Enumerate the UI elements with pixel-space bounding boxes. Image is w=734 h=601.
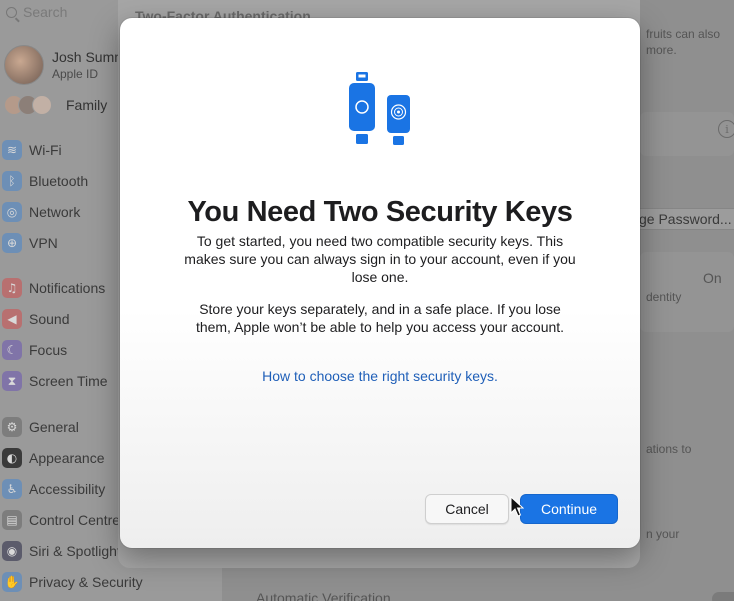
speaker-icon: ◀: [2, 309, 22, 329]
dialog-title: You Need Two Security Keys: [187, 196, 573, 228]
sidebar-item-focus[interactable]: ☾ Focus: [2, 338, 67, 362]
account-name: Josh Summ: [52, 49, 126, 65]
sidebar-item-label: Accessibility: [29, 481, 106, 497]
search-placeholder: Search: [23, 4, 68, 20]
appearance-icon: ◐: [2, 448, 22, 468]
security-keys-icon: [349, 72, 410, 145]
sidebar-item-privacy-security[interactable]: ✋ Privacy & Security: [2, 570, 143, 594]
sidebar-item-sound[interactable]: ◀ Sound: [2, 307, 69, 331]
continue-button[interactable]: Continue: [520, 494, 618, 524]
sidebar-item-label: Sound: [29, 311, 70, 327]
on-status-label: On: [703, 270, 722, 286]
sidebar-item-label: Appearance: [29, 450, 105, 466]
sidebar-item-notifications[interactable]: ♫ Notifications: [2, 276, 105, 300]
mouse-cursor-icon: [510, 496, 524, 517]
sidebar-item-label: Screen Time: [29, 373, 108, 389]
hand-icon: ✋: [2, 572, 22, 592]
background-text: more.: [646, 43, 677, 57]
sidebar-item-general[interactable]: ⚙ General: [2, 415, 79, 439]
sidebar-item-label: Family: [66, 97, 108, 113]
sidebar-item-control-centre[interactable]: ▤ Control Centre: [2, 508, 120, 532]
background-text: ations to: [646, 442, 692, 456]
control-centre-icon: ▤: [2, 510, 22, 530]
sidebar-item-label: Bluetooth: [29, 173, 89, 189]
sidebar-item-screen-time[interactable]: ⧗ Screen Time: [2, 369, 108, 393]
sidebar-item-siri-spotlight[interactable]: ◉ Siri & Spotlight: [2, 539, 121, 563]
vpn-icon: ⊕: [2, 233, 22, 253]
sidebar-item-label: General: [29, 419, 79, 435]
sidebar-item-label: Siri & Spotlight: [29, 543, 121, 559]
background-text: fruits can also: [646, 27, 721, 41]
sidebar-item-label: Notifications: [29, 280, 106, 296]
info-icon[interactable]: i: [718, 120, 734, 138]
background-text: n your: [646, 527, 680, 541]
security-keys-dialog: You Need Two Security Keys To get starte…: [120, 18, 640, 548]
moon-icon: ☾: [2, 340, 22, 360]
sidebar-item-appearance[interactable]: ◐ Appearance: [2, 446, 105, 470]
sidebar-item-label: Control Centre: [29, 512, 121, 528]
dialog-paragraph-intro: To get started, you need two compatible …: [184, 233, 576, 285]
sidebar-item-vpn[interactable]: ⊕ VPN: [2, 231, 58, 255]
background-text: dentity: [646, 290, 682, 304]
sidebar-item-label: Network: [29, 204, 81, 220]
cancel-button[interactable]: Cancel: [425, 494, 509, 524]
dialog-paragraph-storage: Store your keys separately, and in a saf…: [195, 301, 565, 335]
change-password-button[interactable]: ge Password...: [636, 208, 734, 230]
hourglass-icon: ⧗: [2, 371, 22, 391]
sidebar-item-family[interactable]: Family: [4, 94, 107, 116]
sidebar-item-label: VPN: [29, 235, 58, 251]
globe-icon: ◎: [2, 202, 22, 222]
accessibility-icon: ♿: [2, 479, 22, 499]
bell-icon: ♫: [2, 278, 22, 298]
sidebar-item-accessibility[interactable]: ♿ Accessibility: [2, 477, 105, 501]
wifi-icon: ≋: [2, 140, 22, 160]
family-avatars: [4, 95, 52, 115]
search-icon: [6, 6, 17, 18]
automatic-verification-label: Automatic Verification: [256, 590, 391, 601]
choose-security-keys-link[interactable]: How to choose the right security keys.: [120, 368, 640, 384]
sidebar-item-label: Privacy & Security: [29, 574, 143, 590]
sidebar-item-wifi[interactable]: ≋ Wi-Fi: [2, 138, 62, 162]
sidebar-item-network[interactable]: ◎ Network: [2, 200, 80, 224]
bluetooth-icon: ᛒ: [2, 171, 22, 191]
sidebar-item-label: Focus: [29, 342, 68, 358]
avatar: [4, 45, 44, 85]
account-subtitle: Apple ID: [52, 67, 99, 81]
gear-icon: ⚙: [2, 417, 22, 437]
siri-icon: ◉: [2, 541, 22, 561]
sidebar-item-bluetooth[interactable]: ᛒ Bluetooth: [2, 169, 88, 193]
automatic-verification-toggle[interactable]: [712, 592, 734, 601]
sidebar-item-label: Wi-Fi: [29, 142, 62, 158]
